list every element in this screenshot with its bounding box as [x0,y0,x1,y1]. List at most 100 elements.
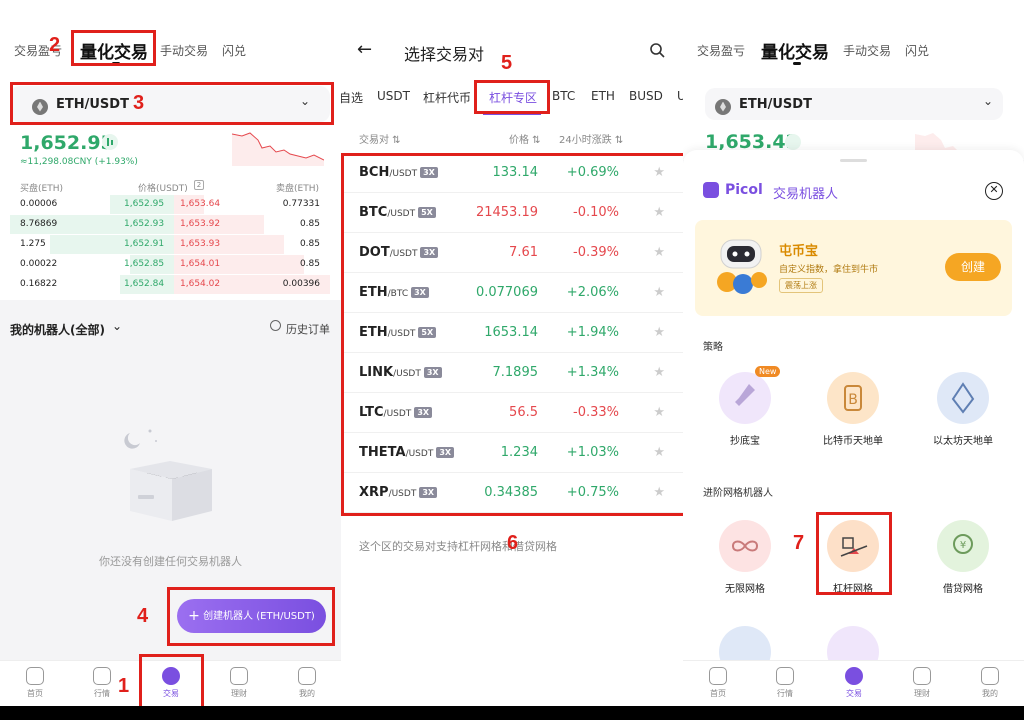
ob-row[interactable]: 0.00022 1,652.85 1,654.01 0.85 [10,255,330,274]
tab-manual[interactable]: 手动交易 [160,42,208,59]
my-bots-filter[interactable]: 我的机器人(全部) [10,321,105,338]
tab-eth[interactable]: ETH [591,89,615,103]
nav-profile[interactable]: 我的 [965,667,1015,699]
col-price[interactable]: 价格 ⇅ [509,131,541,146]
page-title: 选择交易对 [404,45,485,64]
table-row[interactable]: LINK/USDT 3X 7.1895 +1.34% ★ [341,353,683,393]
promo-card[interactable]: 屯币宝 自定义指数，拿住到牛市 震荡上涨 创建 [695,220,1012,316]
nav-finance[interactable]: 理财 [897,667,947,699]
close-icon[interactable]: ✕ [985,182,1003,200]
brand-name: Picol [725,182,763,198]
star-icon[interactable]: ★ [653,165,665,180]
last-price: 1,652.95 [20,132,114,154]
pair-label: ETH/USDT [56,97,129,112]
clock-icon [270,320,281,331]
col-pair[interactable]: 交易对 ⇅ [359,131,401,146]
promo-subtitle: 自定义指数，拿住到牛市 [779,265,879,275]
home-icon [709,667,727,685]
table-row[interactable]: BCH/USDT 3X 133.14 +0.69% ★ [341,153,683,193]
strategy-eth-sky-earth[interactable]: 以太坊天地单 [923,372,1003,447]
tab-quant[interactable]: 量化交易 [761,38,829,63]
table-row[interactable]: DOT/USDT 3X 7.61 -0.39% ★ [341,233,683,273]
ob-row[interactable]: 0.00006 1,652.95 1,653.64 0.77331 [10,195,330,214]
nav-profile[interactable]: 我的 [282,667,332,699]
tab-margin-zone[interactable]: 杠杆专区 [489,89,537,106]
grid-leverage[interactable]: 杠杆网格 [813,520,893,595]
section-advanced-grid: 进阶网格机器人 [703,488,773,499]
ethereum-icon [951,382,975,414]
section-strategies: 策略 [703,342,723,353]
pair-selector[interactable]: ETH/USDT ⌄ [10,86,330,122]
ob-row[interactable]: 8.76869 1,652.93 1,653.92 0.85 [10,215,330,234]
search-icon[interactable] [649,42,665,58]
star-icon[interactable]: ★ [653,405,665,420]
history-orders-link[interactable]: 历史订单 [286,321,330,337]
star-icon[interactable]: ★ [653,285,665,300]
tab-manual[interactable]: 手动交易 [843,42,891,59]
star-icon[interactable]: ★ [653,325,665,340]
panel-quant-trading: 交易盈亏 量化交易 手动交易 闪兑 ETH/USDT ⌄ 1,652.95 ≈1… [0,0,341,720]
depth-icon[interactable]: 2 [194,180,204,190]
drag-handle[interactable] [840,159,867,162]
annotation-5: 5 [501,52,513,74]
star-icon[interactable]: ★ [653,205,665,220]
loan-coin-icon: ¥ [953,534,973,554]
promo-tag: 震荡上涨 [779,278,823,293]
tab-btc[interactable]: BTC [552,89,575,103]
nav-home[interactable]: 首页 [693,667,743,699]
star-icon[interactable]: ★ [653,365,665,380]
nav-trade[interactable]: 交易 [146,667,196,699]
home-icon [26,667,44,685]
col-change[interactable]: 24小时涨跌 ⇅ [559,131,623,146]
table-row[interactable]: XRP/USDT 3X 0.34385 +0.75% ★ [341,473,683,513]
orderbook: 0.00006 1,652.95 1,653.64 0.77331 8.7686… [10,195,330,295]
table-row[interactable]: ETH/BTC 3X 0.077069 +2.06% ★ [341,273,683,313]
bottom-nav: 首页 行情 交易 理财 我的 [0,660,341,706]
bot-bottom-sheet: Picol 交易机器人 ✕ 屯币宝 自定义指数，拿住到牛市 震荡上涨 创建 策略… [683,150,1024,706]
tab-quant[interactable]: 量化交易 [80,38,148,63]
tab-pnl[interactable]: 交易盈亏 [697,42,745,59]
candle-icon [785,134,801,150]
strategy-bottom-fisher[interactable]: New 抄底宝 [705,366,785,447]
annotation-7: 7 [793,532,805,554]
tab-swap[interactable]: 闪兑 [222,42,246,59]
tab-leveraged-tokens[interactable]: 杠杆代币 [423,89,471,106]
back-arrow-icon[interactable]: ← [357,39,372,60]
tab-swap[interactable]: 闪兑 [905,42,929,59]
grid-infinite[interactable]: 无限网格 [705,520,785,595]
user-icon [298,667,316,685]
new-badge: New [755,366,781,377]
promo-create-button[interactable]: 创建 [945,253,1001,281]
strategy-btc-sky-earth[interactable]: B 比特币天地单 [813,372,893,447]
footer-note: 这个区的交易对支持杠杆网格和借贷网格 [359,540,557,553]
panel-select-pair: ← 选择交易对 自选 USDT 杠杆代币 杠杆专区 BTC ETH BUSD U… [341,0,683,720]
nav-home[interactable]: 首页 [10,667,60,699]
grid-loan[interactable]: ¥ 借贷网格 [923,520,1003,595]
tab-favorites[interactable]: 自选 [341,89,363,106]
panel-bot-sheet: 交易盈亏 量化交易 手动交易 闪兑 ETH/USDT ⌄ 1,653.42 Pi… [683,0,1024,720]
ob-row[interactable]: 1.275 1,652.91 1,653.93 0.85 [10,235,330,254]
create-bot-button[interactable]: + 创建机器人 (ETH/USDT) [177,599,326,633]
nav-finance[interactable]: 理财 [214,667,264,699]
table-row[interactable]: BTC/USDT 5X 21453.19 -0.10% ★ [341,193,683,233]
pair-list: BCH/USDT 3X 133.14 +0.69% ★ BTC/USDT 5X 21… [341,153,683,513]
tab-busd[interactable]: BUSD [629,89,663,103]
annotation-1: 1 [118,675,130,697]
ob-row[interactable]: 0.16822 1,652.84 1,654.02 0.00396 [10,275,330,294]
promo-title: 屯币宝 [779,244,819,259]
plus-icon: + [188,608,200,624]
diamond-icon [230,667,248,685]
pair-selector[interactable]: ETH/USDT ⌄ [705,88,1003,120]
table-row[interactable]: ETH/USDT 5X 1653.14 +1.94% ★ [341,313,683,353]
tab-indicator [793,62,801,65]
table-row[interactable]: THETA/USDT 3X 1.234 +1.03% ★ [341,433,683,473]
nav-trade[interactable]: 交易 [829,667,879,699]
star-icon[interactable]: ★ [653,485,665,500]
swap-icon [845,667,863,685]
table-row[interactable]: LTC/USDT 3X 56.5 -0.33% ★ [341,393,683,433]
nav-market[interactable]: 行情 [760,667,810,699]
star-icon[interactable]: ★ [653,445,665,460]
annotation-3: 3 [133,92,145,114]
tab-usdt[interactable]: USDT [377,89,410,103]
star-icon[interactable]: ★ [653,245,665,260]
